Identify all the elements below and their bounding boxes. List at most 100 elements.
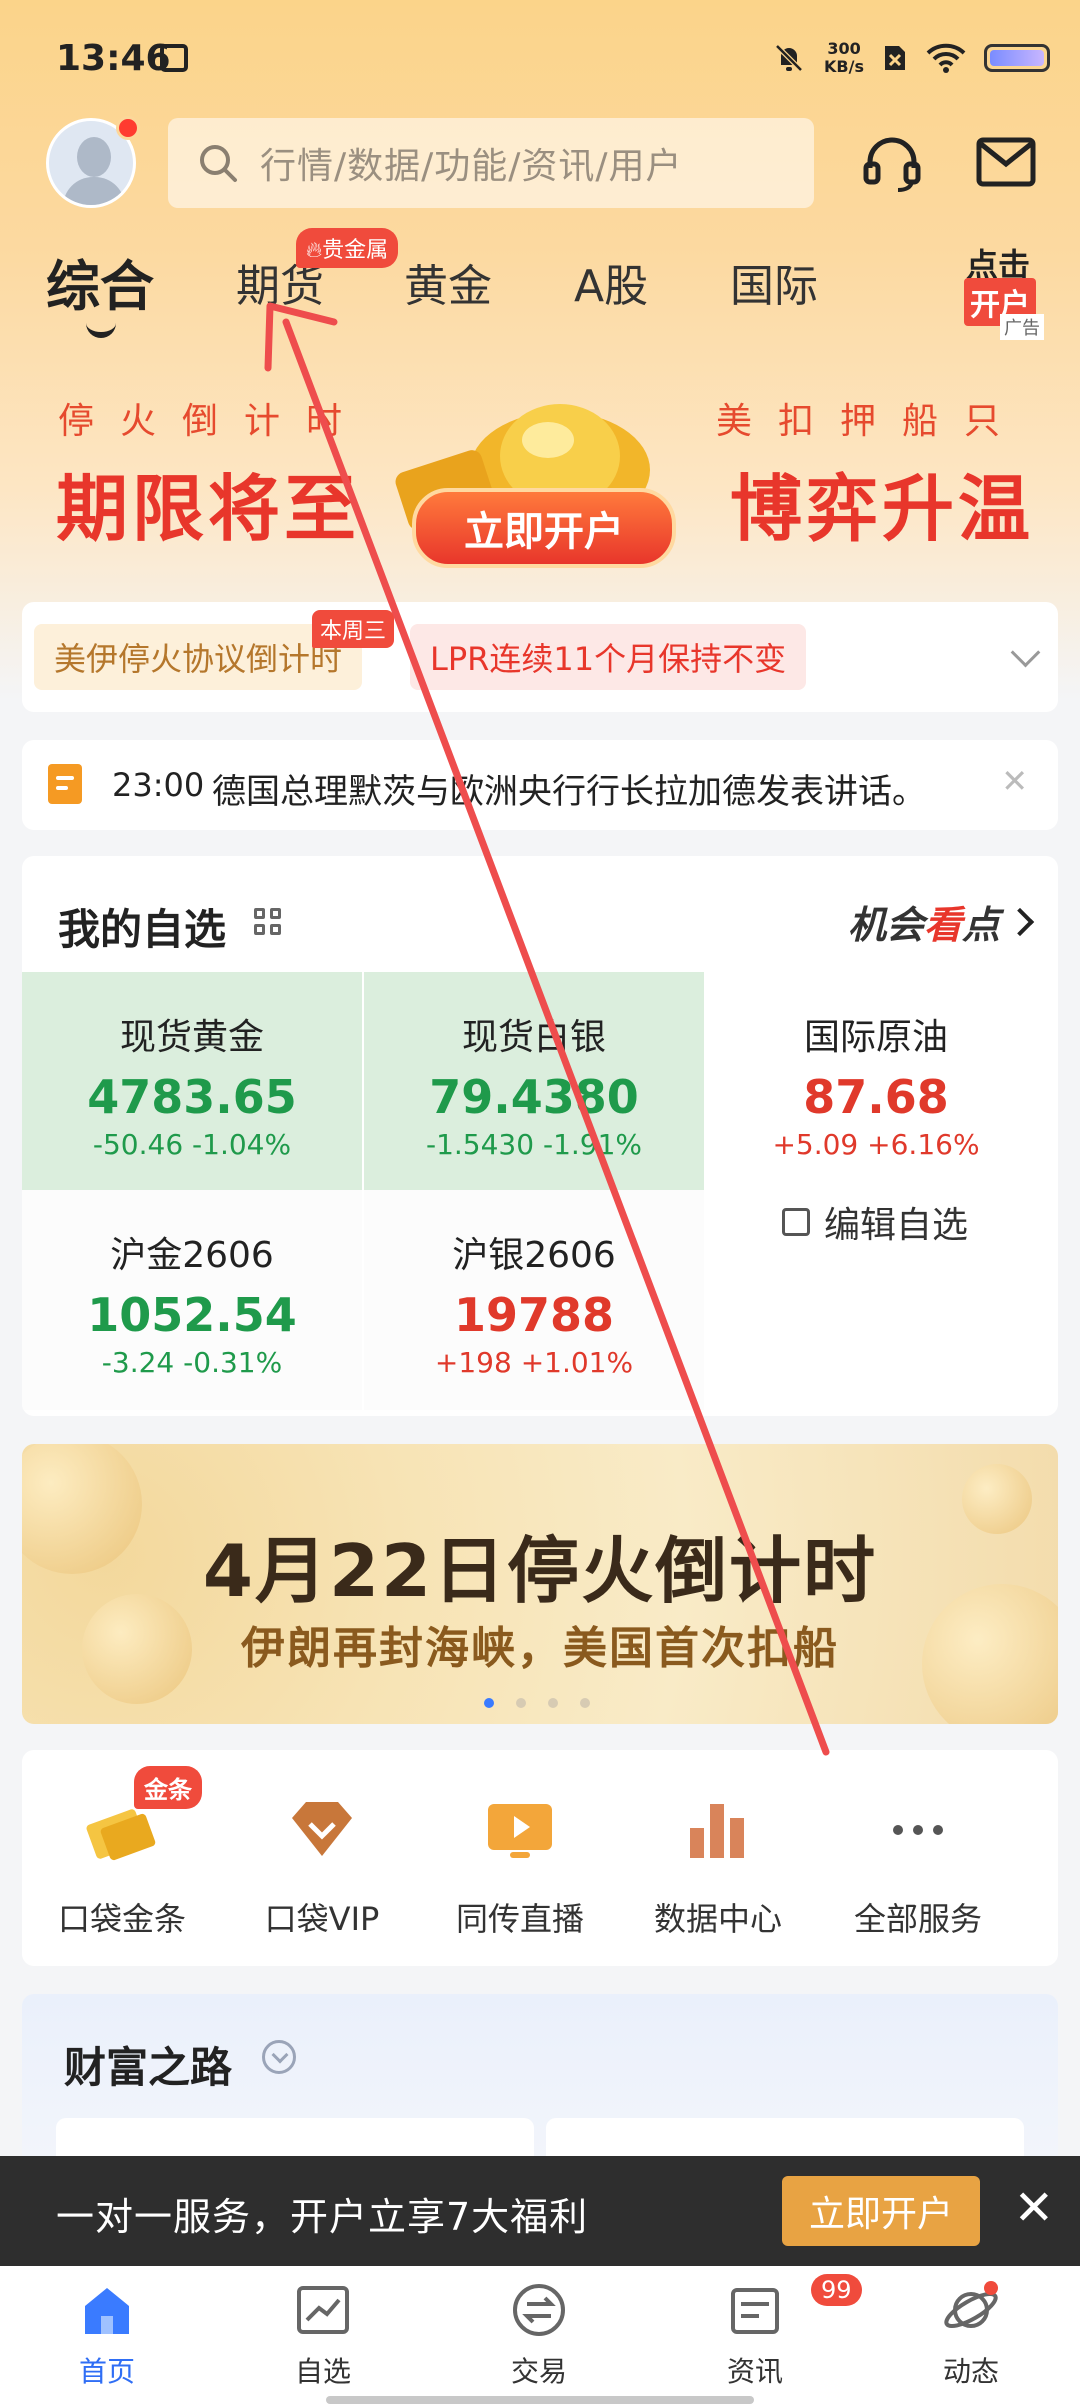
messages-button[interactable] bbox=[966, 122, 1046, 202]
status-icons: 300 KB/s bbox=[772, 40, 1050, 76]
ad-label: 广告 bbox=[1000, 314, 1044, 340]
carousel-dot[interactable] bbox=[516, 1698, 526, 1708]
more-icon bbox=[878, 1790, 958, 1870]
diamond-icon bbox=[282, 1790, 362, 1870]
quote-crude-oil[interactable]: 国际原油 87.68 +5.09 +6.16% bbox=[706, 972, 1046, 1192]
network-speed-unit: KB/s bbox=[824, 57, 864, 76]
search-icon bbox=[200, 145, 237, 182]
banner-right-small: 美扣押船只 bbox=[716, 401, 1027, 442]
edit-watchlist-label: 编辑自选 bbox=[824, 1205, 969, 1246]
banner-left-big: 期限将至 bbox=[56, 467, 361, 551]
chevron-right-icon[interactable] bbox=[1005, 907, 1035, 937]
promo-banner-top[interactable]: 停火倒计时 期限将至 美扣押船只 博弈升温 立即开户 bbox=[0, 380, 1080, 590]
service-label: 全部服务 bbox=[853, 1900, 982, 1938]
service-gold-bar[interactable]: 口袋金条 bbox=[22, 1790, 222, 1940]
quote-name: 沪银2606 bbox=[452, 1235, 616, 1276]
tab-zonghe[interactable]: 综合 bbox=[46, 242, 154, 321]
hot-tag-lpr[interactable]: LPR连续11个月保持不变 bbox=[410, 624, 807, 690]
promo-text: 一对一服务，开户立享7大福利 bbox=[56, 2195, 589, 2239]
nav-watchlist[interactable]: 自选 bbox=[248, 2280, 398, 2390]
home-indicator bbox=[326, 2396, 754, 2404]
live-play-icon bbox=[480, 1790, 560, 1870]
calendar-notification-icon bbox=[160, 44, 188, 72]
mute-bell-icon bbox=[775, 44, 803, 72]
fire-icon: 🔥︎ bbox=[306, 238, 323, 263]
nav-label: 首页 bbox=[78, 2355, 135, 2388]
open-account-ad[interactable]: 点击 开户 广告 bbox=[950, 236, 1050, 340]
news-ticker[interactable]: 23:00 德国总理默茨与欧洲央行行长拉加德发表讲话。 ✕ bbox=[22, 740, 1058, 830]
opportunity-suffix: 点 bbox=[961, 903, 1000, 947]
wifi-icon bbox=[926, 43, 966, 73]
envelope-icon bbox=[976, 137, 1036, 187]
search-input[interactable]: 行情/数据/功能/资讯/用户 bbox=[168, 118, 814, 208]
carousel-dot[interactable] bbox=[548, 1698, 558, 1708]
futures-badge-label: 贵金属 bbox=[322, 238, 389, 263]
status-bar: 13:46 300 KB/s bbox=[0, 0, 1080, 120]
opportunity-mark: 看 bbox=[923, 903, 962, 947]
news-time: 23:00 bbox=[112, 766, 205, 804]
carousel-dots bbox=[484, 1698, 590, 1708]
edit-watchlist-button[interactable]: 编辑自选 bbox=[782, 1196, 968, 1248]
opportunity-prefix: 机会 bbox=[847, 903, 924, 947]
chevron-down-icon[interactable] bbox=[1010, 637, 1041, 668]
ceasefire-banner[interactable]: 4月22日停火倒计时 伊朗再封海峡，美国首次扣船 bbox=[22, 1444, 1058, 1724]
service-all[interactable]: 全部服务 bbox=[818, 1790, 1018, 1940]
tab-international[interactable]: 国际 bbox=[730, 250, 818, 314]
service-label: 同传直播 bbox=[455, 1900, 584, 1938]
quote-spot-gold[interactable]: 现货黄金 4783.65 -50.46 -1.04% bbox=[22, 972, 362, 1192]
close-icon[interactable]: ✕ bbox=[1001, 762, 1028, 800]
services-grid: 口袋金条 金条 口袋VIP 同传直播 数据中心 全部服务 bbox=[22, 1750, 1058, 1966]
carousel-dot[interactable] bbox=[580, 1698, 590, 1708]
status-time: 13:46 bbox=[56, 38, 171, 79]
bottom-nav: 首页 自选 交易 99 资讯 动态 bbox=[0, 2266, 1080, 2408]
nav-news[interactable]: 99 资讯 bbox=[680, 2274, 862, 2390]
wealth-title: 财富之路 bbox=[64, 2043, 233, 2092]
nav-label: 动态 bbox=[942, 2355, 999, 2388]
hot-topics: 美伊停火协议倒计时 本周三 LPR连续11个月保持不变 bbox=[22, 602, 1058, 712]
nav-label: 资讯 bbox=[726, 2355, 783, 2388]
promo-bar: 一对一服务，开户立享7大福利 立即开户 ✕ bbox=[0, 2156, 1080, 2266]
network-speed-value: 300 bbox=[827, 39, 861, 58]
service-live[interactable]: 同传直播 bbox=[420, 1790, 620, 1940]
quote-name: 现货白银 bbox=[461, 1017, 606, 1058]
banner-left-small: 停火倒计时 bbox=[58, 401, 369, 442]
service-data-center[interactable]: 数据中心 bbox=[618, 1790, 818, 1940]
network-speed: 300 KB/s bbox=[824, 40, 864, 76]
nav-label: 自选 bbox=[294, 2355, 351, 2388]
news-count-badge: 99 bbox=[811, 2274, 862, 2306]
banner2-title: 4月22日停火倒计时 bbox=[202, 1529, 878, 1613]
nav-feed[interactable]: 动态 bbox=[896, 2280, 1046, 2390]
open-account-banner-button[interactable]: 立即开户 bbox=[412, 488, 676, 568]
quote-change: -50.46 -1.04% bbox=[92, 1128, 292, 1161]
customer-service-button[interactable] bbox=[852, 122, 932, 202]
futures-badge: 🔥︎贵金属 bbox=[296, 228, 399, 268]
hot-tag-badge: 本周三 bbox=[312, 610, 395, 648]
carousel-dot[interactable] bbox=[484, 1698, 494, 1708]
quote-change: +198 +1.01% bbox=[434, 1346, 634, 1379]
service-label: 口袋金条 bbox=[57, 1900, 186, 1938]
promo-open-account-button[interactable]: 立即开户 bbox=[782, 2176, 980, 2246]
nav-home[interactable]: 首页 bbox=[32, 2280, 182, 2390]
grid-view-icon[interactable] bbox=[254, 908, 284, 938]
banner2-subtitle: 伊朗再封海峡，美国首次扣船 bbox=[241, 1623, 839, 1674]
quote-change: -1.5430 -1.91% bbox=[425, 1128, 643, 1161]
quote-price: 87.68 bbox=[803, 1070, 949, 1124]
opportunity-link[interactable]: 机会看点 bbox=[848, 894, 1000, 949]
nav-trade[interactable]: 交易 bbox=[464, 2280, 614, 2390]
quote-price: 4783.65 bbox=[87, 1070, 297, 1124]
close-icon[interactable]: ✕ bbox=[1014, 2180, 1054, 2236]
service-vip[interactable]: 口袋VIP bbox=[222, 1790, 422, 1940]
quote-name: 沪金2606 bbox=[110, 1235, 274, 1276]
quote-price: 19788 bbox=[453, 1288, 615, 1342]
tab-gold[interactable]: 黄金 bbox=[404, 250, 492, 314]
news-icon: 99 bbox=[725, 2274, 862, 2340]
quote-shfe-silver-2606[interactable]: 沪银2606 19788 +198 +1.01% bbox=[364, 1190, 704, 1410]
tab-a-shares[interactable]: A股 bbox=[574, 250, 648, 314]
quote-spot-silver[interactable]: 现货白银 79.4380 -1.5430 -1.91% bbox=[364, 972, 704, 1192]
expand-circle-icon[interactable] bbox=[262, 2040, 296, 2074]
quote-shfe-gold-2606[interactable]: 沪金2606 1052.54 -3.24 -0.31% bbox=[22, 1190, 362, 1410]
watchlist-card: 我的自选 机会看点 现货黄金 4783.65 -50.46 -1.04% 现货白… bbox=[22, 856, 1058, 1416]
quote-price: 1052.54 bbox=[87, 1288, 297, 1342]
news-text: 德国总理默茨与欧洲央行行长拉加德发表讲话。 bbox=[212, 772, 926, 812]
notification-dot bbox=[116, 116, 140, 140]
